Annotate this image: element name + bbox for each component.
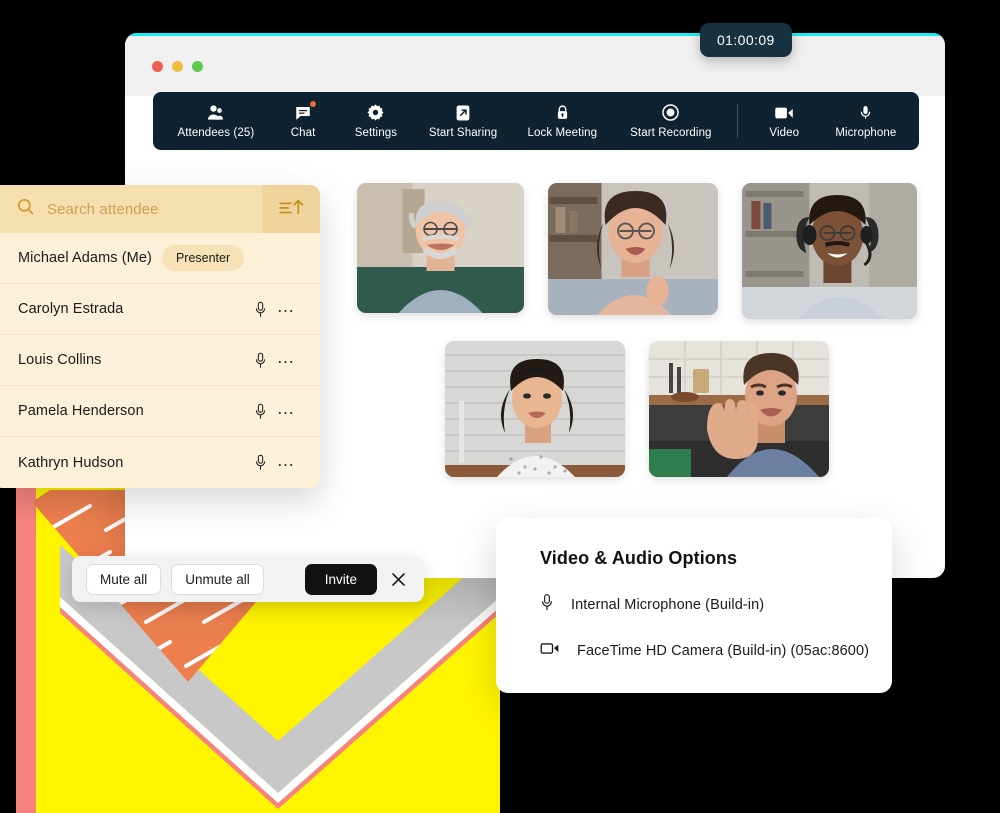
- toolbar-start-recording-label: Start Recording: [630, 127, 712, 139]
- unmute-all-button[interactable]: Unmute all: [171, 563, 264, 595]
- toolbar-video-label: Video: [769, 127, 800, 139]
- video-camera-icon: [774, 103, 794, 122]
- search-input[interactable]: Search attendee: [47, 201, 159, 218]
- toolbar-start-recording-button[interactable]: Start Recording: [613, 103, 729, 139]
- attendee-panel: Search attendee Michael Adams (Me) Prese…: [0, 185, 320, 488]
- toolbar-video-button[interactable]: Video: [746, 103, 823, 139]
- settings-gear-icon: [366, 103, 385, 122]
- microphone-icon[interactable]: [254, 300, 267, 319]
- toolbar-settings-label: Settings: [354, 127, 398, 139]
- video-audio-options-card: Video & Audio Options Internal Microphon…: [496, 518, 892, 693]
- video-grid-row-2: [357, 341, 917, 477]
- mute-all-button[interactable]: Mute all: [86, 563, 162, 595]
- participant-tile-4[interactable]: [445, 341, 625, 477]
- video-grid-row-1: [357, 183, 917, 319]
- zoom-window-button[interactable]: [192, 60, 203, 72]
- option-label: Internal Microphone (Build-in): [571, 597, 765, 613]
- attendee-row-pamela-henderson[interactable]: Pamela Henderson …: [0, 386, 320, 437]
- attendee-name: Michael Adams (Me): [18, 250, 152, 266]
- toolbar-microphone-label: Microphone: [835, 127, 897, 139]
- attendee-row-carolyn-estrada[interactable]: Carolyn Estrada …: [0, 284, 320, 335]
- toolbar-chat-label: Chat: [290, 127, 316, 139]
- traffic-lights: [152, 60, 203, 72]
- toolbar-chat-button[interactable]: Chat: [269, 101, 338, 139]
- participant-tile-5[interactable]: [649, 341, 829, 477]
- option-facetime-camera[interactable]: FaceTime HD Camera (Build-in) (05ac:8600…: [540, 641, 869, 661]
- search-icon: [16, 197, 35, 221]
- presenter-badge: Presenter: [161, 245, 245, 271]
- window-titlebar: [125, 36, 945, 96]
- attendee-more-options-button[interactable]: …: [277, 399, 297, 419]
- minimize-window-button[interactable]: [172, 60, 183, 72]
- close-icon[interactable]: [387, 570, 410, 589]
- attendee-row-louis-collins[interactable]: Louis Collins …: [0, 335, 320, 386]
- toolbar-lock-meeting-button[interactable]: Lock Meeting: [512, 103, 613, 139]
- options-card-title: Video & Audio Options: [540, 548, 738, 568]
- attendee-more-options-button[interactable]: …: [277, 297, 297, 317]
- toolbar-lock-meeting-label: Lock Meeting: [527, 127, 598, 139]
- microphone-icon: [858, 103, 873, 122]
- record-icon: [661, 103, 680, 122]
- toolbar-attendees-label: Attendees (25): [177, 127, 255, 139]
- video-grid: [357, 183, 917, 503]
- attendee-row-kathryn-hudson[interactable]: Kathryn Hudson …: [0, 437, 320, 488]
- toolbar-microphone-button[interactable]: Microphone: [823, 103, 909, 139]
- attendee-name: Carolyn Estrada: [18, 301, 124, 317]
- attendees-icon: [206, 103, 225, 122]
- participant-tile-1[interactable]: [357, 183, 525, 313]
- toolbar-attendees-button[interactable]: Attendees (25): [163, 103, 269, 139]
- lock-icon: [554, 103, 571, 122]
- meeting-toolbar: Attendees (25) Chat Settings Start Shari…: [153, 92, 919, 150]
- microphone-icon[interactable]: [254, 351, 267, 370]
- share-screen-icon: [454, 103, 472, 122]
- toolbar-settings-button[interactable]: Settings: [337, 103, 414, 139]
- attendee-name: Louis Collins: [18, 352, 102, 368]
- toolbar-start-sharing-label: Start Sharing: [428, 127, 498, 139]
- microphone-icon[interactable]: [254, 402, 267, 421]
- attendee-name: Kathryn Hudson: [18, 454, 124, 471]
- microphone-icon[interactable]: [254, 453, 267, 472]
- participant-tile-2[interactable]: [548, 183, 719, 315]
- chat-unread-badge: [310, 101, 317, 107]
- attendee-more-options-button[interactable]: …: [277, 348, 297, 368]
- screenshot-root: Attendees (25) Chat Settings Start Shari…: [0, 0, 1000, 813]
- microphone-icon: [540, 592, 554, 618]
- toolbar-start-sharing-button[interactable]: Start Sharing: [414, 103, 511, 139]
- close-window-button[interactable]: [152, 60, 163, 72]
- attendee-search-row: Search attendee: [0, 185, 320, 233]
- participant-tile-3[interactable]: [742, 183, 917, 319]
- option-internal-microphone[interactable]: Internal Microphone (Build-in): [540, 592, 848, 618]
- sort-attendees-button[interactable]: [262, 185, 320, 233]
- attendee-more-options-button[interactable]: …: [277, 451, 297, 471]
- attendee-action-bar: Mute all Unmute all Invite: [72, 556, 424, 602]
- meeting-timer-badge: 01:00:09: [700, 23, 792, 57]
- search-input-wrapper[interactable]: Search attendee: [0, 185, 262, 233]
- chat-icon: [294, 101, 317, 122]
- video-camera-icon: [540, 641, 560, 661]
- invite-button[interactable]: Invite: [304, 563, 377, 595]
- attendee-name: Pamela Henderson: [18, 403, 144, 419]
- option-label: FaceTime HD Camera (Build-in) (05ac:8600…: [577, 643, 870, 659]
- attendee-row-michael-adams[interactable]: Michael Adams (Me) Presenter: [0, 233, 320, 284]
- sort-ascending-icon: [278, 197, 304, 222]
- toolbar-divider: [736, 104, 738, 138]
